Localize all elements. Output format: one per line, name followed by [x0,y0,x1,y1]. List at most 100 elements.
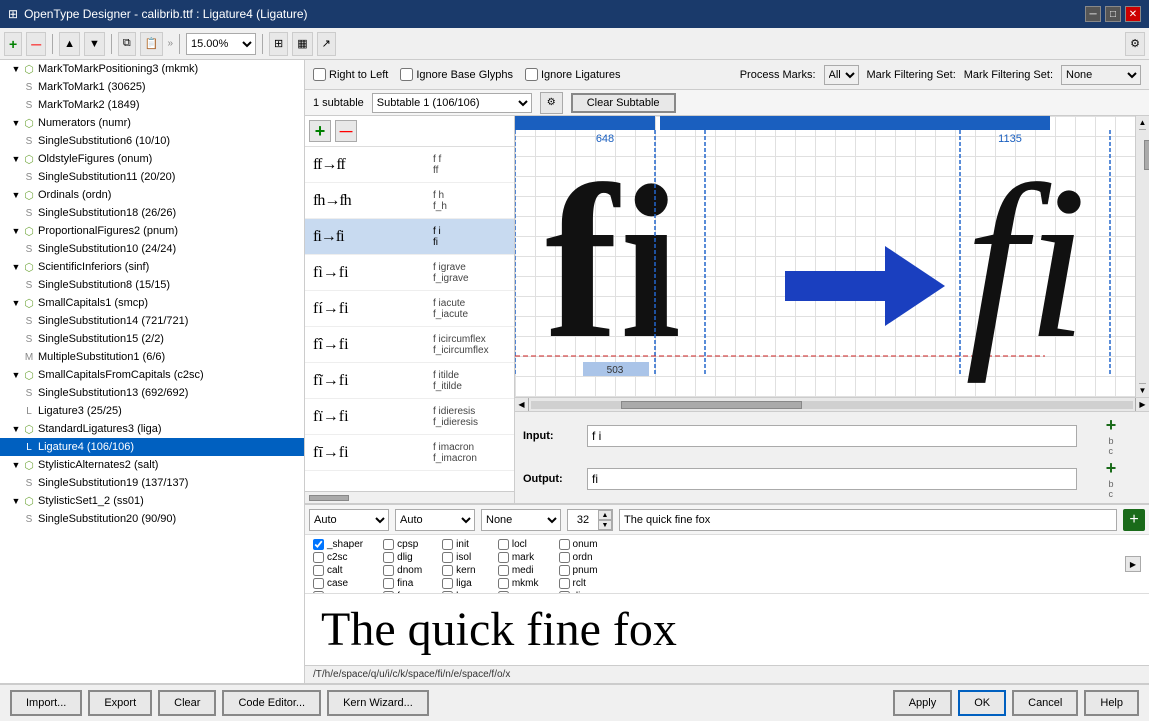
case-checkbox[interactable] [313,578,324,589]
tree-item-ss01[interactable]: ▼ ⬡ StylisticSet1_2 (ss01) [0,492,304,510]
right-to-left-option[interactable]: Right to Left [313,68,388,81]
size-spinner[interactable]: ▲ ▼ [567,509,613,531]
move-down-button[interactable]: ▼ [84,32,105,56]
tree-toggle-onum[interactable]: ▼ [10,153,22,165]
input-field[interactable] [587,425,1077,447]
tree-item-mkmk[interactable]: ▼ ⬡ MarkToMarkPositioning3 (mkmk) [0,60,304,78]
list-item[interactable]: fì→fi f igrave f_igrave [305,255,514,291]
feature-set-select[interactable]: None [481,509,561,531]
tree-item-ss13[interactable]: S SingleSubstitution13 (692/692) [0,384,304,402]
clear-subtable-button[interactable]: Clear Subtable [571,93,676,113]
tree-item-ss6[interactable]: S SingleSubstitution6 (10/10) [0,132,304,150]
add-toolbar-button[interactable]: + [4,32,22,56]
tree-item-liga[interactable]: ▼ ⬡ StandardLigatures3 (liga) [0,420,304,438]
tree-toggle-mkmk[interactable]: ▼ [10,63,22,75]
tree-item-ss11[interactable]: S SingleSubstitution11 (20/20) [0,168,304,186]
size-up-button[interactable]: ▲ [598,510,612,520]
tree-item-ss14[interactable]: S SingleSubstitution14 (721/721) [0,312,304,330]
vscroll-down-button[interactable]: ▼ [1139,383,1147,397]
tree-item-numr[interactable]: ▼ ⬡ Numerators (numr) [0,114,304,132]
isol-checkbox[interactable] [442,552,453,563]
help-button[interactable]: Help [1084,690,1139,716]
remove-toolbar-button[interactable]: ─ [26,32,46,56]
tree-toggle-smcp[interactable]: ▼ [10,297,22,309]
feature-item[interactable]: case [313,578,363,589]
feature-item[interactable]: ordn [559,552,598,563]
list-item[interactable]: fî→fi f icircumflex f_icircumflex [305,327,514,363]
code-editor-button[interactable]: Code Editor... [222,690,321,716]
tree-item-salt[interactable]: ▼ ⬡ StylisticAlternates2 (salt) [0,456,304,474]
ok-button[interactable]: OK [958,690,1006,716]
export-button[interactable]: Export [88,690,152,716]
rclt-checkbox[interactable] [559,578,570,589]
tree-toggle-ordn[interactable]: ▼ [10,189,22,201]
tree-item-ss8[interactable]: S SingleSubstitution8 (15/15) [0,276,304,294]
tree-item-ss10[interactable]: S SingleSubstitution10 (24/24) [0,240,304,258]
list-item-selected[interactable]: fi→fi f i fi [305,219,514,255]
tree-item-lig3[interactable]: L Ligature3 (25/25) [0,402,304,420]
liga-checkbox[interactable] [442,578,453,589]
features-scroll-right[interactable]: ▶ [1125,539,1141,589]
mark-checkbox[interactable] [498,552,509,563]
tree-item-marktomk2[interactable]: S MarkToMark2 (1849) [0,96,304,114]
zoom-select[interactable]: 15.00% [186,33,256,55]
tree-toggle-c2sc[interactable]: ▼ [10,369,22,381]
feature-item[interactable]: rclt [559,578,598,589]
medi-checkbox[interactable] [498,565,509,576]
calt-checkbox[interactable] [313,565,324,576]
feature-item[interactable]: mark [498,552,539,563]
paste-button[interactable]: 📋 [140,32,164,56]
subtable-settings-button[interactable]: ⚙ [540,92,563,114]
font2-select[interactable]: Auto [395,509,475,531]
dlig-checkbox[interactable] [383,552,394,563]
maximize-button[interactable]: □ [1105,6,1121,22]
glyph-hscroll[interactable]: ◀ ▶ [515,397,1149,411]
tree-item-lig4[interactable]: L Ligature4 (106/106) [0,438,304,456]
font1-select[interactable]: Auto [309,509,389,531]
size-down-button[interactable]: ▼ [598,520,612,530]
tree-item-marktomk1[interactable]: S MarkToMark1 (30625) [0,78,304,96]
tree-item-ss19[interactable]: S SingleSubstitution19 (137/137) [0,474,304,492]
tree-item-smcp[interactable]: ▼ ⬡ SmallCapitals1 (smcp) [0,294,304,312]
close-button[interactable]: ✕ [1125,6,1141,22]
output-add-button[interactable]: + [1106,459,1117,477]
minimize-button[interactable]: ─ [1085,6,1101,22]
tree-toggle-ss01[interactable]: ▼ [10,495,22,507]
pnum-checkbox[interactable] [559,565,570,576]
table-button[interactable]: ▦ [292,32,312,56]
tree-toggle-salt[interactable]: ▼ [10,459,22,471]
kern-wizard-button[interactable]: Kern Wizard... [327,690,429,716]
fina-checkbox[interactable] [383,578,394,589]
kern-checkbox[interactable] [442,565,453,576]
mark-filtering-select[interactable]: None [1061,65,1141,85]
features-scroll-button[interactable]: ▶ [1125,556,1141,572]
list-item[interactable]: ff→ff f f ff [305,147,514,183]
feature-item[interactable]: c2sc [313,552,363,563]
init-checkbox[interactable] [442,539,453,550]
feature-item[interactable]: mkmk [498,578,539,589]
tree-item-ms1[interactable]: M MultipleSubstitution1 (6/6) [0,348,304,366]
output-field[interactable] [587,468,1077,490]
feature-item[interactable]: medi [498,565,539,576]
copy-button[interactable]: ⧉ [118,32,136,56]
feature-item[interactable]: locl [498,539,539,550]
titlebar-controls[interactable]: ─ □ ✕ [1085,6,1141,22]
feature-item[interactable]: init [442,539,478,550]
feature-item[interactable]: fina [383,578,422,589]
tree-item-ss20[interactable]: S SingleSubstitution20 (90/90) [0,510,304,528]
grid-button[interactable]: ⊞ [269,32,288,56]
size-input[interactable] [568,510,598,530]
c2sc-checkbox[interactable] [313,552,324,563]
list-item[interactable]: fï→fi f idieresis f_idieresis [305,399,514,435]
list-item[interactable]: fĩ→fi f itilde f_itilde [305,363,514,399]
ignore-base-checkbox[interactable] [400,68,413,81]
process-marks-select[interactable]: All [824,65,859,85]
subtable-select[interactable]: Subtable 1 (106/106) [372,93,532,113]
export-button[interactable]: ↗ [317,32,336,56]
tree-item-ordn[interactable]: ▼ ⬡ Ordinals (ordn) [0,186,304,204]
vscroll-thumb[interactable] [1144,140,1149,170]
remove-ligature-button[interactable]: ─ [335,120,357,142]
hscroll-right-button[interactable]: ▶ [1135,398,1149,412]
list-scroll-thumb[interactable] [309,495,349,501]
list-item[interactable]: fī→fi f imacron f_imacron [305,435,514,471]
